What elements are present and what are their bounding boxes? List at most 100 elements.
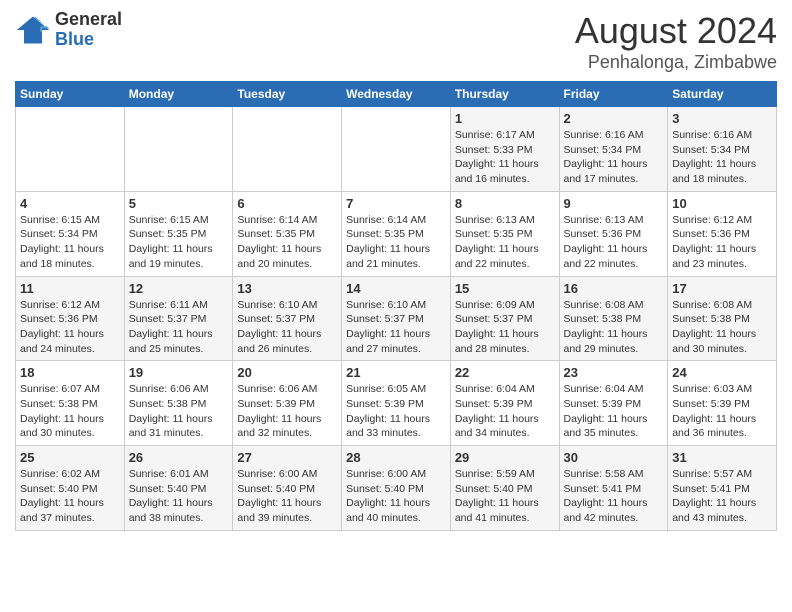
calendar-cell: 16 Sunrise: 6:08 AM Sunset: 5:38 PM Dayli… xyxy=(559,276,668,361)
day-number: 19 xyxy=(129,365,229,380)
calendar-cell xyxy=(342,107,451,192)
calendar-cell: 7 Sunrise: 6:14 AM Sunset: 5:35 PM Daylig… xyxy=(342,191,451,276)
logo-general: General xyxy=(55,10,122,30)
logo-icon xyxy=(15,12,51,48)
day-number: 13 xyxy=(237,281,337,296)
calendar-week-row: 4 Sunrise: 6:15 AM Sunset: 5:34 PM Daylig… xyxy=(16,191,777,276)
weekday-header-saturday: Saturday xyxy=(668,82,777,107)
calendar-week-row: 25 Sunrise: 6:02 AM Sunset: 5:40 PM Dayli… xyxy=(16,446,777,531)
calendar-cell: 3 Sunrise: 6:16 AM Sunset: 5:34 PM Daylig… xyxy=(668,107,777,192)
calendar-cell: 1 Sunrise: 6:17 AM Sunset: 5:33 PM Daylig… xyxy=(450,107,559,192)
day-number: 23 xyxy=(564,365,664,380)
day-info: Sunrise: 6:10 AM Sunset: 5:37 PM Dayligh… xyxy=(237,298,337,357)
day-info: Sunrise: 6:13 AM Sunset: 5:35 PM Dayligh… xyxy=(455,213,555,272)
logo: General Blue xyxy=(15,10,122,50)
day-info: Sunrise: 6:14 AM Sunset: 5:35 PM Dayligh… xyxy=(346,213,446,272)
calendar-cell: 22 Sunrise: 6:04 AM Sunset: 5:39 PM Dayli… xyxy=(450,361,559,446)
calendar-cell: 6 Sunrise: 6:14 AM Sunset: 5:35 PM Daylig… xyxy=(233,191,342,276)
calendar-cell: 25 Sunrise: 6:02 AM Sunset: 5:40 PM Dayli… xyxy=(16,446,125,531)
day-info: Sunrise: 6:10 AM Sunset: 5:37 PM Dayligh… xyxy=(346,298,446,357)
calendar-cell: 18 Sunrise: 6:07 AM Sunset: 5:38 PM Dayli… xyxy=(16,361,125,446)
day-number: 31 xyxy=(672,450,772,465)
day-number: 22 xyxy=(455,365,555,380)
day-number: 3 xyxy=(672,111,772,126)
day-number: 28 xyxy=(346,450,446,465)
calendar-cell: 15 Sunrise: 6:09 AM Sunset: 5:37 PM Dayli… xyxy=(450,276,559,361)
page-header: General Blue August 2024 Penhalonga, Zim… xyxy=(15,10,777,73)
calendar-cell: 2Sunrise: 6:16 AM Sunset: 5:34 PM Daylig… xyxy=(559,107,668,192)
day-info: Sunrise: 6:06 AM Sunset: 5:38 PM Dayligh… xyxy=(129,382,229,441)
calendar-cell: 26 Sunrise: 6:01 AM Sunset: 5:40 PM Dayli… xyxy=(124,446,233,531)
day-info: Sunrise: 6:14 AM Sunset: 5:35 PM Dayligh… xyxy=(237,213,337,272)
day-number: 10 xyxy=(672,196,772,211)
calendar-cell: 23Sunrise: 6:04 AM Sunset: 5:39 PM Dayli… xyxy=(559,361,668,446)
day-number: 8 xyxy=(455,196,555,211)
day-info: Sunrise: 6:04 AM Sunset: 5:39 PM Dayligh… xyxy=(455,382,555,441)
day-number: 14 xyxy=(346,281,446,296)
calendar-week-row: 11 Sunrise: 6:12 AM Sunset: 5:36 PM Dayli… xyxy=(16,276,777,361)
day-number: 7 xyxy=(346,196,446,211)
day-number: 9 xyxy=(564,196,664,211)
weekday-header-tuesday: Tuesday xyxy=(233,82,342,107)
day-info: Sunrise: 6:08 AM Sunset: 5:38 PM Dayligh… xyxy=(564,298,664,357)
day-number: 4 xyxy=(20,196,120,211)
day-info: Sunrise: 6:13 AM Sunset: 5:36 PM Dayligh… xyxy=(564,213,664,272)
day-info: Sunrise: 6:15 AM Sunset: 5:35 PM Dayligh… xyxy=(129,213,229,272)
day-number: 16 xyxy=(564,281,664,296)
calendar-cell: 8 Sunrise: 6:13 AM Sunset: 5:35 PM Daylig… xyxy=(450,191,559,276)
day-info: Sunrise: 6:16 AM Sunset: 5:34 PM Dayligh… xyxy=(672,128,772,187)
calendar-cell xyxy=(233,107,342,192)
day-info: Sunrise: 5:59 AM Sunset: 5:40 PM Dayligh… xyxy=(455,467,555,526)
weekday-header-thursday: Thursday xyxy=(450,82,559,107)
calendar-cell xyxy=(16,107,125,192)
day-number: 21 xyxy=(346,365,446,380)
calendar-cell: 28 Sunrise: 6:00 AM Sunset: 5:40 PM Dayli… xyxy=(342,446,451,531)
day-info: Sunrise: 6:07 AM Sunset: 5:38 PM Dayligh… xyxy=(20,382,120,441)
title-block: August 2024 Penhalonga, Zimbabwe xyxy=(575,10,777,73)
day-info: Sunrise: 6:00 AM Sunset: 5:40 PM Dayligh… xyxy=(346,467,446,526)
calendar-header: SundayMondayTuesdayWednesdayThursdayFrid… xyxy=(16,82,777,107)
day-info: Sunrise: 6:12 AM Sunset: 5:36 PM Dayligh… xyxy=(672,213,772,272)
page-title: August 2024 xyxy=(575,10,777,52)
weekday-header-monday: Monday xyxy=(124,82,233,107)
day-info: Sunrise: 6:05 AM Sunset: 5:39 PM Dayligh… xyxy=(346,382,446,441)
day-number: 12 xyxy=(129,281,229,296)
day-number: 17 xyxy=(672,281,772,296)
calendar-cell: 5Sunrise: 6:15 AM Sunset: 5:35 PM Daylig… xyxy=(124,191,233,276)
day-number: 27 xyxy=(237,450,337,465)
calendar-week-row: 1 Sunrise: 6:17 AM Sunset: 5:33 PM Daylig… xyxy=(16,107,777,192)
day-number: 15 xyxy=(455,281,555,296)
calendar-cell: 30Sunrise: 5:58 AM Sunset: 5:41 PM Dayli… xyxy=(559,446,668,531)
calendar-week-row: 18 Sunrise: 6:07 AM Sunset: 5:38 PM Dayli… xyxy=(16,361,777,446)
day-info: Sunrise: 6:09 AM Sunset: 5:37 PM Dayligh… xyxy=(455,298,555,357)
day-info: Sunrise: 6:15 AM Sunset: 5:34 PM Dayligh… xyxy=(20,213,120,272)
day-info: Sunrise: 6:12 AM Sunset: 5:36 PM Dayligh… xyxy=(20,298,120,357)
day-info: Sunrise: 6:01 AM Sunset: 5:40 PM Dayligh… xyxy=(129,467,229,526)
day-info: Sunrise: 6:02 AM Sunset: 5:40 PM Dayligh… xyxy=(20,467,120,526)
page-subtitle: Penhalonga, Zimbabwe xyxy=(575,52,777,73)
day-number: 6 xyxy=(237,196,337,211)
day-info: Sunrise: 6:17 AM Sunset: 5:33 PM Dayligh… xyxy=(455,128,555,187)
day-number: 18 xyxy=(20,365,120,380)
day-number: 25 xyxy=(20,450,120,465)
calendar-cell: 24Sunrise: 6:03 AM Sunset: 5:39 PM Dayli… xyxy=(668,361,777,446)
day-info: Sunrise: 5:58 AM Sunset: 5:41 PM Dayligh… xyxy=(564,467,664,526)
day-number: 1 xyxy=(455,111,555,126)
calendar-cell: 21 Sunrise: 6:05 AM Sunset: 5:39 PM Dayli… xyxy=(342,361,451,446)
day-number: 24 xyxy=(672,365,772,380)
day-number: 26 xyxy=(129,450,229,465)
day-info: Sunrise: 5:57 AM Sunset: 5:41 PM Dayligh… xyxy=(672,467,772,526)
calendar-cell: 31 Sunrise: 5:57 AM Sunset: 5:41 PM Dayli… xyxy=(668,446,777,531)
day-info: Sunrise: 6:06 AM Sunset: 5:39 PM Dayligh… xyxy=(237,382,337,441)
day-number: 11 xyxy=(20,281,120,296)
calendar-cell: 10 Sunrise: 6:12 AM Sunset: 5:36 PM Dayli… xyxy=(668,191,777,276)
day-info: Sunrise: 6:16 AM Sunset: 5:34 PM Dayligh… xyxy=(564,128,664,187)
weekday-header-wednesday: Wednesday xyxy=(342,82,451,107)
calendar-cell: 12 Sunrise: 6:11 AM Sunset: 5:37 PM Dayli… xyxy=(124,276,233,361)
day-info: Sunrise: 6:11 AM Sunset: 5:37 PM Dayligh… xyxy=(129,298,229,357)
calendar-cell: 17Sunrise: 6:08 AM Sunset: 5:38 PM Dayli… xyxy=(668,276,777,361)
weekday-header-friday: Friday xyxy=(559,82,668,107)
logo-blue: Blue xyxy=(55,30,122,50)
calendar-cell: 20Sunrise: 6:06 AM Sunset: 5:39 PM Dayli… xyxy=(233,361,342,446)
weekday-header-row: SundayMondayTuesdayWednesdayThursdayFrid… xyxy=(16,82,777,107)
